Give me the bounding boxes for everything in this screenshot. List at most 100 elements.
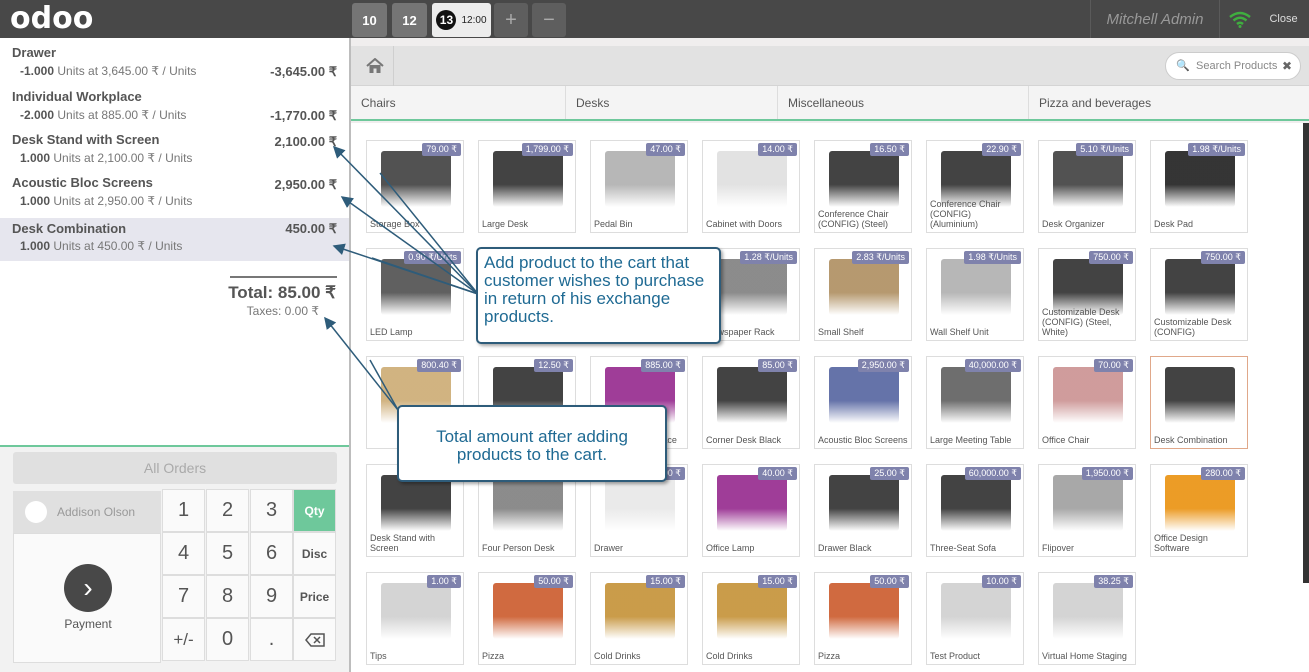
order-tab-13[interactable]: 13 12:00: [432, 3, 491, 37]
category-pizza-and-beverages[interactable]: Pizza and beverages: [1029, 86, 1309, 119]
product-card[interactable]: 79.00 ₹ Storage Box: [366, 140, 464, 233]
product-name: Virtual Home Staging: [1042, 651, 1127, 661]
product-card[interactable]: 750.00 ₹ Customizable Desk (CONFIG): [1150, 248, 1248, 341]
product-card[interactable]: 15.00 ₹ Cold Drinks: [702, 572, 800, 665]
price-mode-button[interactable]: Price: [293, 575, 336, 618]
remove-order-button[interactable]: −: [532, 3, 566, 37]
product-name: Office Design Software: [1154, 533, 1208, 553]
numpad-key-8[interactable]: 8: [206, 575, 249, 618]
product-card[interactable]: 5.10 ₹/Units Desk Organizer: [1038, 140, 1136, 233]
numpad-key-5[interactable]: 5: [206, 532, 249, 575]
order-line[interactable]: Individual Workplace -1,770.00 ₹ -2.000 …: [0, 82, 349, 125]
backspace-button[interactable]: [293, 618, 336, 661]
product-price-tag: 16.50 ₹: [870, 143, 909, 156]
order-line[interactable]: Drawer -3,645.00 ₹ -1.000 Units at 3,645…: [0, 38, 349, 81]
order-line-selected[interactable]: Desk Combination 450.00 ₹ 1.000 Units at…: [0, 218, 349, 261]
product-price-tag: 750.00 ₹: [1089, 251, 1133, 264]
odoo-logo: odoo: [10, 1, 94, 36]
product-card[interactable]: 750.00 ₹ Customizable Desk (CONFIG) (Stee…: [1038, 248, 1136, 341]
product-name: Desk Organizer: [1042, 219, 1105, 229]
order-tab-10[interactable]: 10: [352, 3, 387, 37]
product-card[interactable]: 47.00 ₹ Pedal Bin: [590, 140, 688, 233]
product-card[interactable]: 1.00 ₹ Tips: [366, 572, 464, 665]
product-card[interactable]: 50.00 ₹ Pizza: [814, 572, 912, 665]
product-card[interactable]: 60,000.00 ₹ Three-Seat Sofa: [926, 464, 1024, 557]
numpad-key-4[interactable]: 4: [162, 532, 205, 575]
product-card[interactable]: 25.00 ₹ Drawer Black: [814, 464, 912, 557]
product-card[interactable]: 1.98 ₹/Units Wall Shelf Unit: [926, 248, 1024, 341]
product-card[interactable]: 280.00 ₹ Office Design Software: [1150, 464, 1248, 557]
product-card[interactable]: 1.98 ₹/Units Desk Pad: [1150, 140, 1248, 233]
product-card[interactable]: 70.00 ₹ Office Chair: [1038, 356, 1136, 449]
disc-mode-button[interactable]: Disc: [293, 532, 336, 575]
numpad-key-0[interactable]: 0: [206, 618, 249, 661]
numpad-key-2[interactable]: 2: [206, 489, 249, 532]
order-line-unit: Units at 450.00 ₹ / Units: [53, 239, 183, 253]
category-desks[interactable]: Desks: [566, 86, 778, 119]
product-name: Conference Chair (CONFIG) (Aluminium): [930, 199, 1001, 229]
product-card[interactable]: 15.00 ₹ Cold Drinks: [590, 572, 688, 665]
category-chairs[interactable]: Chairs: [351, 86, 566, 119]
order-line-unit: Units at 3,645.00 ₹ / Units: [57, 64, 197, 78]
product-name: Three-Seat Sofa: [930, 543, 997, 553]
product-card[interactable]: 0.90 ₹/Units LED Lamp: [366, 248, 464, 341]
product-name: Pizza: [818, 651, 841, 661]
product-card[interactable]: 2,950.00 ₹ Acoustic Bloc Screens: [814, 356, 912, 449]
product-list-scrollbar[interactable]: [1303, 123, 1309, 583]
product-card[interactable]: 38.25 ₹ Virtual Home Staging: [1038, 572, 1136, 665]
product-card[interactable]: Desk Combination: [1150, 356, 1248, 449]
order-line-info: -2.000 Units at 885.00 ₹ / Units: [20, 108, 186, 122]
plus-icon: +: [505, 8, 517, 31]
product-card[interactable]: 85.00 ₹ Corner Desk Black: [702, 356, 800, 449]
product-image: [941, 475, 1011, 531]
product-image: [941, 259, 1011, 315]
order-line-info: 1.000 Units at 450.00 ₹ / Units: [20, 239, 182, 253]
product-image: [605, 151, 675, 207]
numpad-key-6[interactable]: 6: [250, 532, 293, 575]
product-card[interactable]: 16.50 ₹ Conference Chair (CONFIG) (Steel): [814, 140, 912, 233]
numpad-key-3[interactable]: 3: [250, 489, 293, 532]
product-card[interactable]: 10.00 ₹ Test Product: [926, 572, 1024, 665]
order-line-name: Desk Combination: [12, 221, 127, 236]
customer-button[interactable]: Addison Olson: [13, 491, 161, 533]
order-panel: Drawer -3,645.00 ₹ -1.000 Units at 3,645…: [0, 38, 351, 672]
product-image: [717, 583, 787, 639]
all-orders-button[interactable]: All Orders: [13, 452, 337, 484]
qty-mode-button[interactable]: Qty: [293, 489, 336, 532]
numpad-key-1[interactable]: 1: [162, 489, 205, 532]
product-image: [1053, 475, 1123, 531]
product-card[interactable]: 22.90 ₹ Conference Chair (CONFIG) (Alumin…: [926, 140, 1024, 233]
order-tab-12[interactable]: 12: [392, 3, 427, 37]
product-price-tag: 280.00 ₹: [1201, 467, 1245, 480]
numpad-key-7[interactable]: 7: [162, 575, 205, 618]
product-price-tag: 50.00 ₹: [870, 575, 909, 588]
order-line[interactable]: Desk Stand with Screen 2,100.00 ₹ 1.000 …: [0, 125, 349, 168]
product-name: LED Lamp: [370, 327, 413, 337]
product-card[interactable]: 40.00 ₹ Office Lamp: [702, 464, 800, 557]
order-line[interactable]: Acoustic Bloc Screens 2,950.00 ₹ 1.000 U…: [0, 168, 349, 211]
product-name: Flipover: [1042, 543, 1075, 553]
payment-button[interactable]: › Payment: [13, 533, 161, 663]
product-price-tag: 885.00 ₹: [641, 359, 685, 372]
close-button[interactable]: Close: [1258, 0, 1309, 38]
category-miscellaneous[interactable]: Miscellaneous: [778, 86, 1029, 119]
callout-add-products: Add product to the cart that customer wi…: [476, 247, 721, 344]
product-price-tag: 79.00 ₹: [422, 143, 461, 156]
product-card[interactable]: 50.00 ₹ Pizza: [478, 572, 576, 665]
add-order-button[interactable]: +: [494, 3, 528, 37]
plus-minus-key[interactable]: +/-: [162, 618, 205, 661]
product-card[interactable]: 1,799.00 ₹ Large Desk: [478, 140, 576, 233]
product-card[interactable]: 40,000.00 ₹ Large Meeting Table: [926, 356, 1024, 449]
product-card[interactable]: 2.83 ₹/Units Small Shelf: [814, 248, 912, 341]
numpad-area: All Orders Addison Olson › Payment 1 2 3…: [0, 445, 349, 672]
product-card[interactable]: 14.00 ₹ Cabinet with Doors: [702, 140, 800, 233]
clear-search-icon[interactable]: ✖: [1282, 59, 1292, 73]
product-price-tag: 15.00 ₹: [758, 575, 797, 588]
numpad-key-9[interactable]: 9: [250, 575, 293, 618]
product-card[interactable]: 1,950.00 ₹ Flipover: [1038, 464, 1136, 557]
decimal-key[interactable]: .: [250, 618, 293, 661]
product-image: [941, 367, 1011, 423]
search-input[interactable]: 🔍 Search Products ✖: [1165, 52, 1301, 80]
home-category-button[interactable]: [356, 46, 394, 86]
product-name: Cabinet with Doors: [706, 219, 783, 229]
